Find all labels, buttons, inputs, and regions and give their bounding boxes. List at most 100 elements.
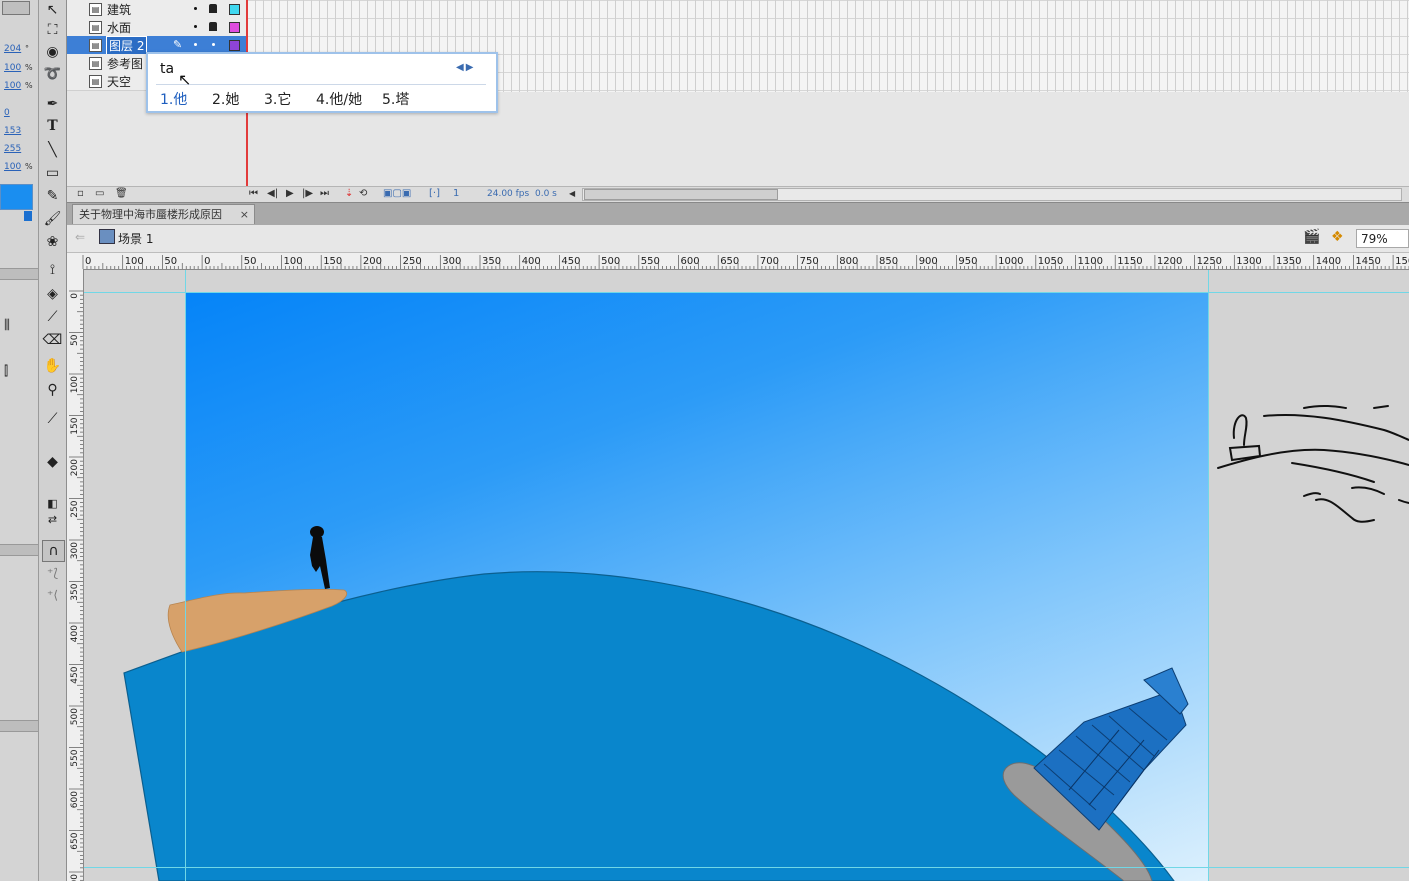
- ime-candidate[interactable]: 1.他: [160, 89, 187, 109]
- eraser-icon[interactable]: ⌫: [42, 330, 63, 350]
- pen-icon[interactable]: ✒: [42, 94, 63, 114]
- align-icon[interactable]: ⫼: [4, 318, 10, 333]
- lasso-icon[interactable]: ➰: [42, 64, 63, 84]
- stroke-color-icon[interactable]: ⟋: [42, 409, 63, 429]
- hand-icon[interactable]: ✋: [42, 356, 63, 376]
- free-transform-icon[interactable]: ⛶: [42, 20, 63, 40]
- onion-skin-icon[interactable]: ▣▢▣: [383, 188, 411, 199]
- center-frame-icon[interactable]: ⇣: [345, 188, 353, 199]
- delete-layer-icon[interactable]: 🗑: [115, 188, 128, 199]
- guide-line[interactable]: [84, 867, 1409, 868]
- smooth-icon[interactable]: ⁺⟅: [42, 563, 63, 583]
- visibility-dot[interactable]: [194, 25, 197, 28]
- scale-height-value[interactable]: 100: [4, 81, 21, 91]
- zoom-icon[interactable]: ⚲: [42, 380, 63, 400]
- layer-color[interactable]: [229, 40, 240, 51]
- bone-icon[interactable]: ⟟: [42, 260, 63, 280]
- frame-rate[interactable]: 24.00 fps: [487, 189, 529, 199]
- guide-line[interactable]: [185, 270, 186, 881]
- rectangle-icon[interactable]: ▭: [42, 163, 63, 183]
- distribute-icon[interactable]: ⫿: [4, 364, 8, 379]
- text-icon[interactable]: T: [42, 116, 63, 136]
- document-tab[interactable]: 关于物理中海市蜃楼形成原因 ×: [72, 204, 255, 224]
- ruler-label: 400: [70, 625, 80, 642]
- lock-dot[interactable]: [212, 43, 215, 46]
- ruler-label: 350: [482, 256, 501, 267]
- ruler-label: 500: [601, 256, 620, 267]
- green-value[interactable]: 153: [4, 126, 21, 136]
- zoom-select[interactable]: 79%: [1356, 229, 1409, 248]
- layer-icon: ▤: [89, 57, 102, 70]
- eyedropper-icon[interactable]: ⟋: [42, 307, 63, 327]
- vertical-ruler[interactable]: 0 50 100 150 200 250 300 350 400 450 500 550 600 650 7…: [67, 269, 84, 881]
- panel-divider[interactable]: [0, 268, 38, 280]
- fill-bucket-icon: [24, 211, 32, 221]
- layer-name-editing[interactable]: 图层 2: [105, 36, 148, 55]
- panel-collapse-button[interactable]: [2, 1, 30, 15]
- guide-line[interactable]: [84, 292, 1409, 293]
- edit-symbols-icon[interactable]: ❖: [1331, 229, 1344, 245]
- panel-divider[interactable]: [0, 544, 38, 556]
- back-arrow-icon[interactable]: ⇐: [75, 230, 85, 244]
- layer-color[interactable]: [229, 22, 240, 33]
- red-value[interactable]: 0: [4, 108, 10, 118]
- new-folder-icon[interactable]: ▭: [95, 188, 104, 199]
- scale-width-value[interactable]: 100: [4, 63, 21, 73]
- snap-icon[interactable]: ∩: [42, 540, 65, 562]
- color-swatch[interactable]: [0, 184, 33, 210]
- pencil-icon[interactable]: ✎: [42, 186, 63, 206]
- ruler-label: 950: [958, 256, 977, 267]
- guide-line[interactable]: [1208, 270, 1209, 881]
- edit-scene-icon[interactable]: 🎬: [1303, 229, 1320, 245]
- panel-divider[interactable]: [0, 720, 38, 732]
- layer-row[interactable]: ▤ 建筑: [67, 0, 247, 19]
- ruler-label: 700: [70, 874, 80, 881]
- new-layer-icon[interactable]: ▫: [77, 188, 84, 199]
- scrollbar-thumb[interactable]: [584, 189, 778, 200]
- close-tab-button[interactable]: ×: [240, 205, 249, 225]
- layer-color[interactable]: [229, 4, 240, 15]
- edit-multiple-icon[interactable]: [·]: [429, 188, 440, 199]
- lock-icon[interactable]: [209, 4, 217, 13]
- paint-bucket-icon[interactable]: ◈: [42, 284, 63, 304]
- edit-bar: ⇐ 🎬 ❖: [67, 225, 1409, 253]
- visibility-dot[interactable]: [194, 7, 197, 10]
- lock-icon[interactable]: [209, 22, 217, 31]
- fill-color-icon[interactable]: ◆: [42, 452, 63, 472]
- ime-candidate[interactable]: 2.她: [212, 89, 239, 109]
- ruler-label: 500: [70, 708, 80, 725]
- arrow-icon[interactable]: ↖: [42, 0, 63, 20]
- rotation-value[interactable]: 204: [4, 44, 21, 54]
- horizontal-ruler[interactable]: 0 100 50 0 50 100 150 200 250 300 350 400 450 500 550 6…: [67, 253, 1409, 270]
- step-forward-icon[interactable]: |▶: [302, 188, 313, 199]
- loop-icon[interactable]: ⟲: [359, 188, 367, 199]
- last-frame-icon[interactable]: ⏭: [320, 188, 329, 199]
- ruler-label: 1150: [1117, 256, 1142, 267]
- swap-colors-icon[interactable]: ⇄: [42, 510, 63, 530]
- ime-candidate[interactable]: 5.塔: [382, 89, 409, 109]
- line-icon[interactable]: ╲: [42, 140, 63, 160]
- ruler-ticks: 0 50 100 150 200 250 300 350 400 450 500 550 600 650 7…: [69, 290, 83, 881]
- blue-value[interactable]: 255: [4, 144, 21, 154]
- layer-row[interactable]: ▤ 水面: [67, 18, 247, 37]
- deco-icon[interactable]: ❀: [42, 232, 63, 252]
- scene-icon: [99, 229, 115, 244]
- ruler-label: 200: [70, 459, 80, 476]
- 3d-rotation-icon[interactable]: ◉: [42, 42, 63, 62]
- visibility-dot[interactable]: [194, 43, 197, 46]
- ime-page-arrows-icon[interactable]: ◀▶: [456, 62, 475, 73]
- step-back-icon[interactable]: ◀|: [267, 188, 278, 199]
- first-frame-icon[interactable]: ⏮: [249, 188, 258, 199]
- ruler-label: 150: [70, 417, 80, 434]
- layer-icon: ▤: [89, 21, 102, 34]
- current-frame[interactable]: 1: [453, 188, 459, 199]
- ime-candidate[interactable]: 4.他/她: [316, 89, 362, 109]
- ime-candidate[interactable]: 3.它: [264, 89, 291, 109]
- ruler-label: 50: [70, 334, 80, 346]
- brush-icon[interactable]: 🖌: [42, 209, 63, 229]
- play-icon[interactable]: ▶: [286, 188, 294, 199]
- ruler-label: 600: [70, 791, 80, 808]
- scroll-left-icon[interactable]: ◀: [569, 189, 575, 198]
- alpha-value[interactable]: 100: [4, 162, 21, 172]
- straighten-icon[interactable]: ⁺⟨: [42, 585, 63, 605]
